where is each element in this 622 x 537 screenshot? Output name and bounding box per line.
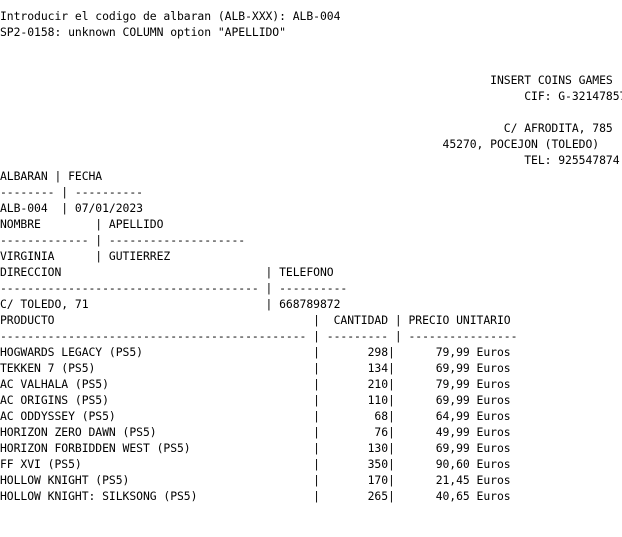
nombre-row: VIRGINIA | GUTIERREZ: [0, 249, 171, 263]
table-row: TEKKEN 7 (PS5) | 134| 69,99 Euros: [0, 361, 511, 375]
direccion-separator: -------------------------------------- |…: [0, 281, 348, 295]
table-row: HORIZON ZERO DAWN (PS5) | 76| 49,99 Euro…: [0, 425, 511, 439]
error-line: SP2-0158: unknown COLUMN option "APELLID…: [0, 25, 286, 39]
table-row: HOLLOW KNIGHT: SILKSONG (PS5) | 265| 40,…: [0, 489, 511, 503]
company-address: C/ AFRODITA, 785: [503, 121, 613, 135]
productos-header: PRODUCTO | CANTIDAD | PRECIO UNITARIO: [0, 313, 511, 327]
nombre-header: NOMBRE | APELLIDO: [0, 217, 164, 231]
company-cif: CIF: G-32147857: [524, 89, 622, 103]
table-row: HORIZON FORBIDDEN WEST (PS5) | 130| 69,9…: [0, 441, 511, 455]
company-city: 45270, POCEJON (TOLEDO): [442, 137, 600, 151]
direccion-header: DIRECCION | TELEFONO: [0, 265, 334, 279]
albaran-header: ALBARAN | FECHA: [0, 169, 103, 183]
productos-separator: ----------------------------------------…: [0, 329, 518, 343]
table-row: AC ORIGINS (PS5) | 110| 69,99 Euros: [0, 393, 511, 407]
nombre-separator: ------------- | --------------------: [0, 233, 246, 247]
table-row: AC VALHALA (PS5) | 210| 79,99 Euros: [0, 377, 511, 391]
table-row: HOLLOW KNIGHT (PS5) | 170| 21,45 Euros: [0, 473, 511, 487]
table-row: FF XVI (PS5) | 350| 90,60 Euros: [0, 457, 511, 471]
prompt-line: Introducir el codigo de albaran (ALB-XXX…: [0, 9, 341, 23]
company-phone: TEL: 925547874: [524, 153, 620, 167]
table-row: HOGWARDS LEGACY (PS5) | 298| 79,99 Euros: [0, 345, 511, 359]
direccion-row: C/ TOLEDO, 71 | 668789872: [0, 297, 341, 311]
albaran-row: ALB-004 | 07/01/2023: [0, 201, 143, 215]
company-name: INSERT COINS GAMES: [490, 73, 613, 87]
albaran-separator: -------- | ----------: [0, 185, 143, 199]
table-row: AC ODDYSSEY (PS5) | 68| 64,99 Euros: [0, 409, 511, 423]
terminal-output: Introducir el codigo de albaran (ALB-XXX…: [0, 8, 622, 504]
